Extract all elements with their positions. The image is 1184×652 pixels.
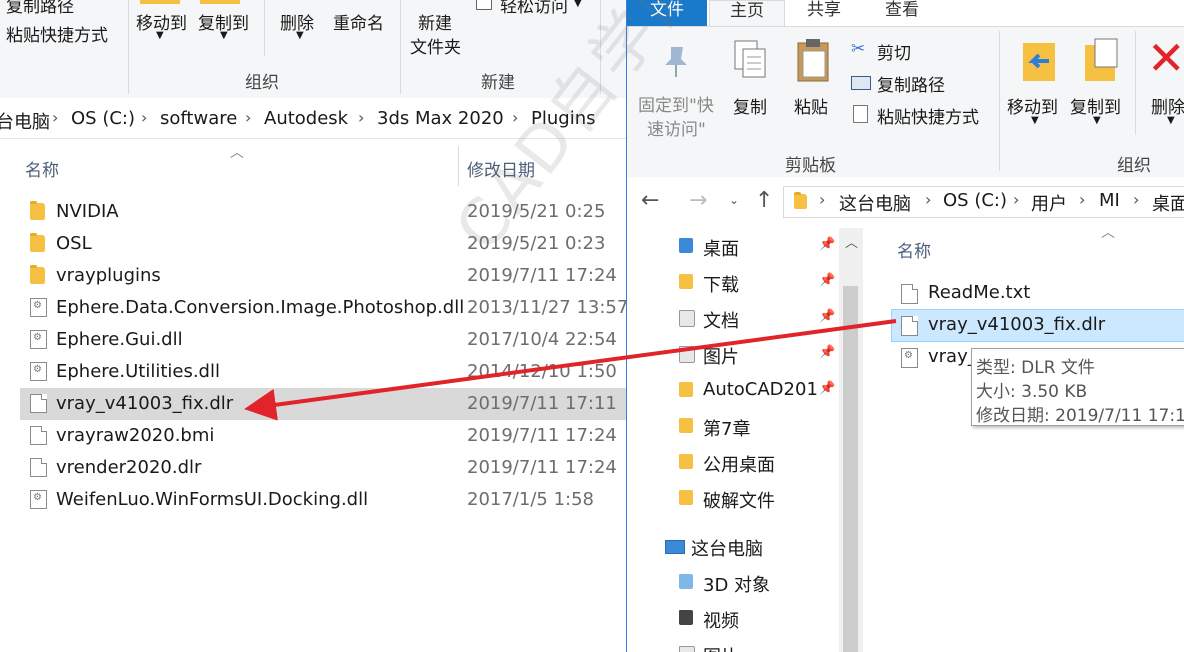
annotation-arrow [244,319,897,421]
red-arrow-line [244,319,897,421]
